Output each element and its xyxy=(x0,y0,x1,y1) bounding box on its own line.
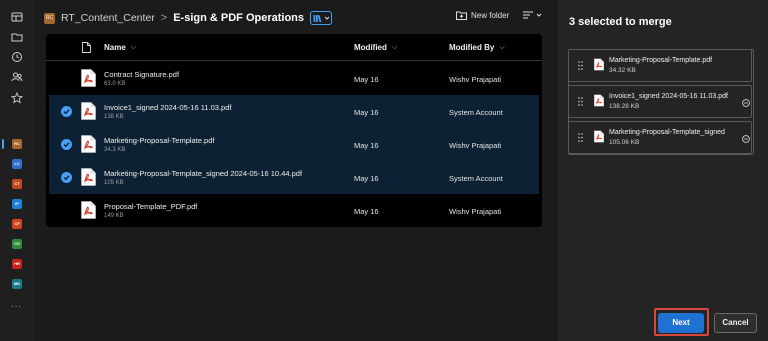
library-view: RC RT_Content_Center > E-sign & PDF Oper… xyxy=(34,0,558,341)
site-tile-cf[interactable]: CF xyxy=(12,219,22,229)
site-tile-ip[interactable]: IP xyxy=(12,199,22,209)
file-row[interactable]: Invoice1_signed 2024-05-16 11.03.pdf 138 … xyxy=(49,95,539,128)
column-header-modified-by[interactable]: Modified By ⌵ xyxy=(449,43,505,52)
file-size: 149 KB xyxy=(104,213,124,219)
recent-icon[interactable] xyxy=(11,51,23,63)
checkmark-icon[interactable] xyxy=(61,172,72,183)
checkmark-icon[interactable] xyxy=(61,106,72,117)
breadcrumb-library: E-sign & PDF Operations xyxy=(173,12,305,24)
file-modified: May 16 xyxy=(354,108,379,117)
folder-icon[interactable] xyxy=(11,31,23,43)
merge-item-size: 34.32 KB xyxy=(609,67,636,74)
site-tile-rc[interactable]: RC xyxy=(12,139,22,149)
pdf-file-icon xyxy=(594,130,604,143)
column-header-modified[interactable]: Modified ⌵ xyxy=(354,43,397,52)
merge-item-size: 105.06 KB xyxy=(609,139,640,146)
library-switcher-button[interactable] xyxy=(310,11,333,25)
merge-item[interactable]: Invoice1_signed 2024-05-16 11.03.pdf 138.… xyxy=(568,85,752,118)
chevron-down-icon xyxy=(536,13,542,17)
pdf-file-icon xyxy=(81,135,96,153)
file-modified: May 16 xyxy=(354,174,379,183)
file-name[interactable]: Contract Signature.pdf xyxy=(104,70,179,79)
pdf-file-icon xyxy=(594,58,604,71)
file-row[interactable]: Contract Signature.pdf 63.0 KB May 16 Wishv… xyxy=(46,62,542,95)
file-name[interactable]: Proposal-Template_PDF.pdf xyxy=(104,202,197,211)
panel-title: 3 selected to merge xyxy=(569,16,672,28)
remove-icon[interactable] xyxy=(742,135,750,143)
file-name[interactable]: Marketing-Proposal-Template.pdf xyxy=(104,136,214,145)
checkmark-icon[interactable] xyxy=(61,139,72,150)
home-icon[interactable] xyxy=(11,11,23,23)
file-row[interactable]: Proposal-Template_PDF.pdf 149 KB May 16 Wis… xyxy=(46,194,542,227)
next-button[interactable]: Next xyxy=(658,313,704,333)
file-row[interactable]: Marketing-Proposal-Template.pdf 34.3 KB Ma… xyxy=(49,128,539,161)
merge-panel: 3 selected to merge Marketing-Proposal-T… xyxy=(558,0,768,341)
merge-item-name: Marketing-Proposal-Template_signed xyxy=(609,129,725,136)
site-tile-cs[interactable]: CS xyxy=(12,239,22,249)
new-folder-button[interactable]: New folder xyxy=(456,11,509,20)
list-view-icon xyxy=(523,11,533,19)
file-modified-by: System Account xyxy=(449,108,503,117)
merge-list: Marketing-Proposal-Template.pdf 34.32 KB I… xyxy=(568,49,754,155)
shared-icon[interactable] xyxy=(11,71,23,83)
pdf-file-icon xyxy=(81,168,96,186)
merge-item[interactable]: Marketing-Proposal-Template.pdf 34.32 KB xyxy=(568,49,752,82)
pdf-file-icon xyxy=(81,102,96,120)
file-name[interactable]: Marketing-Proposal-Template_signed 2024-… xyxy=(104,169,302,178)
file-modified: May 16 xyxy=(354,207,379,216)
pdf-file-icon xyxy=(81,201,96,219)
breadcrumb-separator: > xyxy=(160,12,168,24)
cancel-button[interactable]: Cancel xyxy=(714,313,757,333)
breadcrumb: RC RT_Content_Center > E-sign & PDF Oper… xyxy=(44,10,333,26)
site-tile-lc[interactable]: LC xyxy=(12,159,22,169)
file-size: 63.0 KB xyxy=(104,81,126,87)
file-size: 34.3 KB xyxy=(104,147,126,153)
merge-item[interactable]: Marketing-Proposal-Template_signed 105.06… xyxy=(568,121,752,154)
site-badge: RC xyxy=(44,12,55,24)
site-tile-mk[interactable]: MK xyxy=(12,279,22,289)
file-modified-by: Wishv Prajapati xyxy=(449,75,502,84)
file-row[interactable]: Marketing-Proposal-Template_signed 2024-… xyxy=(49,161,539,194)
chevron-down-icon: ⌵ xyxy=(499,43,505,51)
file-modified-by: Wishv Prajapati xyxy=(449,207,502,216)
merge-item-size: 138.28 KB xyxy=(609,103,640,110)
column-header-name[interactable]: Name ⌵ xyxy=(104,43,136,52)
library-icon xyxy=(313,14,321,22)
file-list: Name ⌵ Modified ⌵ Modified By ⌵ Contract Si… xyxy=(46,34,542,227)
file-modified: May 16 xyxy=(354,141,379,150)
chevron-down-icon: ⌵ xyxy=(130,43,137,51)
active-site-indicator xyxy=(2,139,4,149)
star-icon[interactable] xyxy=(11,92,23,104)
file-modified: May 16 xyxy=(354,75,379,84)
site-tile-hr[interactable]: HR xyxy=(12,259,22,269)
chevron-down-icon: ⌵ xyxy=(391,43,398,51)
view-options-button[interactable] xyxy=(523,11,542,19)
left-rail: RC LC CT IP CF CS HR MK ... xyxy=(0,0,34,341)
more-sites-icon[interactable]: ... xyxy=(11,299,22,310)
file-name[interactable]: Invoice1_signed 2024-05-16 11.03.pdf xyxy=(104,103,231,112)
file-size: 138 KB xyxy=(104,114,124,120)
drag-handle-icon[interactable] xyxy=(578,61,583,70)
file-modified-by: Wishv Prajapati xyxy=(449,141,502,150)
file-list-header: Name ⌵ Modified ⌵ Modified By ⌵ xyxy=(46,34,542,61)
remove-icon[interactable] xyxy=(742,99,750,107)
site-tile-ct[interactable]: CT xyxy=(12,179,22,189)
file-type-icon[interactable] xyxy=(82,42,91,53)
merge-item-name: Invoice1_signed 2024-05-16 11.03.pdf xyxy=(609,93,728,100)
breadcrumb-root[interactable]: RT_Content_Center xyxy=(61,12,155,24)
pdf-file-icon xyxy=(81,69,96,87)
drag-handle-icon[interactable] xyxy=(578,133,583,142)
new-folder-icon xyxy=(456,11,467,20)
pdf-file-icon xyxy=(594,94,604,107)
merge-item-name: Marketing-Proposal-Template.pdf xyxy=(609,57,713,64)
drag-handle-icon[interactable] xyxy=(578,97,583,106)
file-modified-by: System Account xyxy=(449,174,503,183)
file-size: 105 KB xyxy=(104,180,124,186)
new-folder-label: New folder xyxy=(471,11,510,20)
chevron-down-icon xyxy=(324,16,329,20)
